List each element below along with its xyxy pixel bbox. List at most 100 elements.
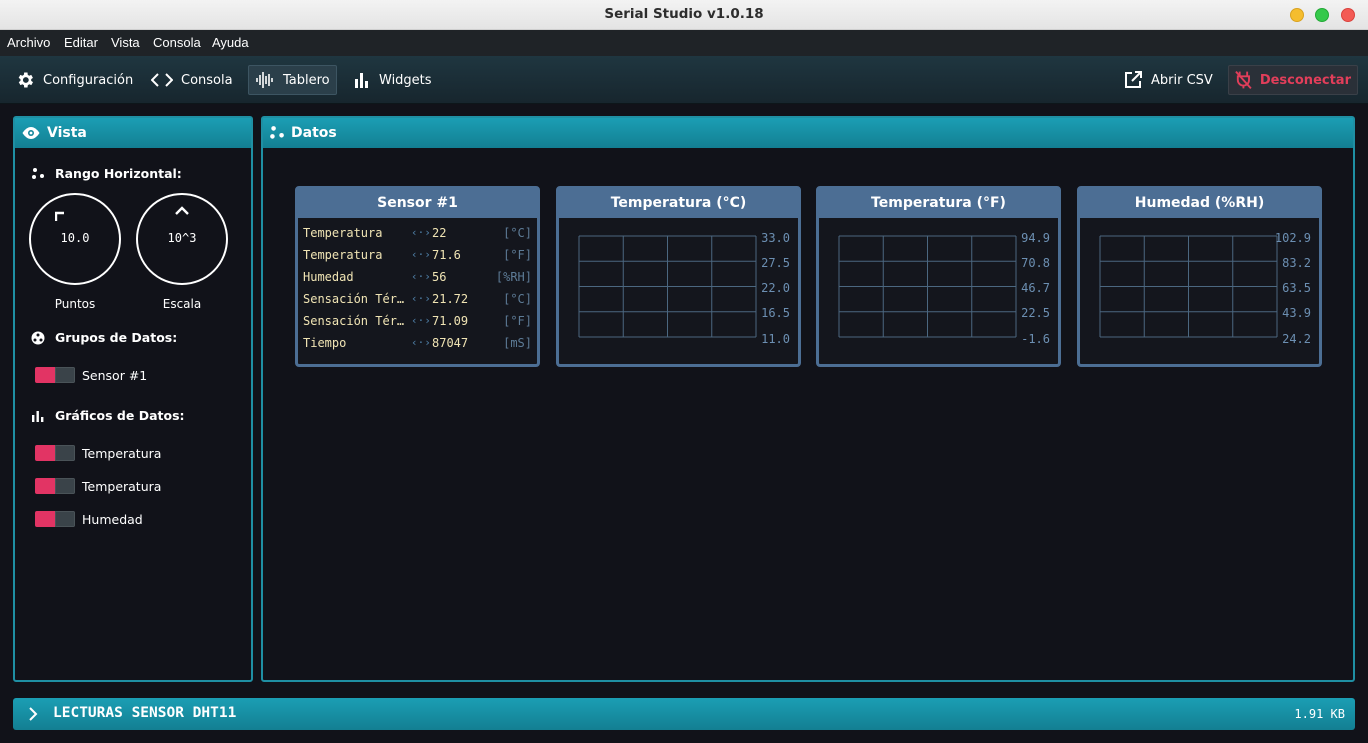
eye-icon [22,127,40,139]
scale-label: Escala [162,297,202,311]
scatter-icon [270,126,284,139]
waveform-icon [256,72,273,88]
dashboard-button[interactable]: Tablero [248,65,337,95]
menu-vista[interactable]: Vista [111,35,140,50]
view-panel-title: Vista [47,125,87,141]
open-csv-label: Abrir CSV [1151,72,1213,88]
window-title: Serial Studio v1.0.18 [604,6,764,22]
bar-chart-icon [355,73,368,88]
minimize-button[interactable] [1290,8,1304,22]
menu-bar: Archivo Editar Vista Consola Ayuda [0,30,1368,56]
data-panel-title: Datos [291,125,337,141]
console-bar[interactable]: LECTURAS SENSOR DHT11 1.91 KB [13,698,1355,730]
y-tick-label: 102.9 [1274,231,1311,245]
window-titlebar: Serial Studio v1.0.18 [0,0,1368,30]
group-icon [31,331,45,344]
plot-toggle-label: Humedad [82,511,143,527]
dataset-row: Temperatura ‹·› 71.6 [°F] [303,248,532,262]
view-panel: Vista Rango Horizontal: 10.0 Puntos 10^3… [13,116,253,682]
view-panel-header: Vista [15,118,251,148]
points-label: Puntos [54,297,96,311]
widgets-button[interactable]: Widgets [347,65,438,95]
group-toggle-row[interactable]: Sensor #1 [35,367,147,383]
console-label: Consola [181,72,233,88]
unplug-icon [1235,70,1252,90]
plot-toggle[interactable] [35,511,75,527]
arrows-icon: ‹·› [411,270,431,283]
arrows-icon: ‹·› [411,226,431,239]
dataset-row: Tiempo ‹·› 87047 [mS] [303,336,532,350]
scale-dial[interactable]: 10^3 [136,193,228,285]
menu-ayuda[interactable]: Ayuda [212,35,249,50]
arrows-icon: ‹·› [411,292,431,305]
arrows-icon: ‹·› [411,314,431,327]
chevron-right-icon[interactable] [28,707,38,721]
y-tick-label: 46.7 [1021,281,1050,295]
dial-pointer-icon [55,211,64,221]
y-tick-label: 70.8 [1021,256,1050,270]
points-value: 10.0 [60,231,90,245]
menu-consola[interactable]: Consola [153,35,201,50]
group-toggle-label: Sensor #1 [82,367,148,383]
code-icon [151,73,173,87]
group-toggle[interactable] [35,367,75,383]
y-tick-label: 16.5 [761,306,790,320]
console-bar-size: 1.91 KB [1294,707,1345,721]
y-tick-label: 94.9 [1021,231,1050,245]
external-link-icon [1125,71,1142,88]
close-button[interactable] [1341,8,1355,22]
console-button[interactable]: Consola [145,65,239,95]
plot-toggle[interactable] [35,478,75,494]
toolbar: Configuración Consola Tablero Widgets Ab… [0,56,1368,104]
menu-archivo[interactable]: Archivo [7,35,50,50]
plot-toggle-row[interactable]: Humedad [35,511,143,527]
open-csv-button[interactable]: Abrir CSV [1117,65,1219,95]
maximize-button[interactable] [1315,8,1329,22]
y-tick-label: 43.9 [1282,306,1311,320]
plot-toggle[interactable] [35,445,75,461]
group-widget: Sensor #1 Temperatura ‹·› 22 [°C] Temperatu… [295,186,540,367]
plot-toggle-label: Temperatura [82,478,162,494]
dial-pointer-icon [175,206,189,215]
arrows-icon: ‹·› [411,248,431,261]
y-tick-label: 24.2 [1282,332,1311,346]
arrows-icon: ‹·› [411,336,431,349]
y-tick-label: 63.5 [1282,281,1311,295]
group-widget-title: Sensor #1 [298,189,537,218]
dataset-row: Sensación Térmica‹·›71.09[°F] [303,314,532,328]
plot-toggle-label: Temperatura [82,445,162,461]
widgets-label: Widgets [379,72,432,88]
y-tick-label: 22.5 [1021,306,1050,320]
config-label: Configuración [43,72,134,88]
y-tick-label: -1.6 [1021,332,1050,346]
dashboard-label: Tablero [283,72,330,88]
dataset-row: Sensación Térmica‹·›21.72[°C] [303,292,532,306]
bar-chart-icon [32,410,44,422]
config-button[interactable]: Configuración [9,65,139,95]
plot-widget: Humedad (%RH) 102.9 83.2 63.5 43.9 24.2 [1077,186,1322,367]
scale-value: 10^3 [167,231,197,245]
y-tick-label: 22.0 [761,281,790,295]
dataset-row: Temperatura ‹·› 22 [°C] [303,226,532,240]
groups-title: Grupos de Datos: [31,330,177,345]
plot-widget-title: Humedad (%RH) [1080,189,1319,218]
disconnect-label: Desconectar [1259,72,1351,88]
gear-icon [18,72,33,88]
scatter-icon [32,167,44,179]
y-tick-label: 83.2 [1282,256,1311,270]
menu-editar[interactable]: Editar [64,35,98,50]
y-tick-label: 27.5 [761,256,790,270]
horizontal-range-title: Rango Horizontal: [31,166,182,181]
plot-widget: Temperatura (°C) 33.0 27.5 22.0 16.5 11.… [556,186,801,367]
dataset-row: Humedad ‹·› 56 [%RH] [303,270,532,284]
plots-title: Gráficos de Datos: [31,408,185,423]
plot-toggle-row[interactable]: Temperatura [35,478,161,494]
plot-toggle-row[interactable]: Temperatura [35,445,161,461]
data-panel-header: Datos [263,118,1353,148]
disconnect-button[interactable]: Desconectar [1228,65,1358,95]
plot-widget: Temperatura (°F) 94.9 70.8 46.7 22.5 -1.… [816,186,1061,367]
y-tick-label: 11.0 [761,332,790,346]
console-bar-label: LECTURAS SENSOR DHT11 [53,705,237,721]
points-dial[interactable]: 10.0 [29,193,121,285]
plot-widget-title: Temperatura (°F) [819,189,1058,218]
